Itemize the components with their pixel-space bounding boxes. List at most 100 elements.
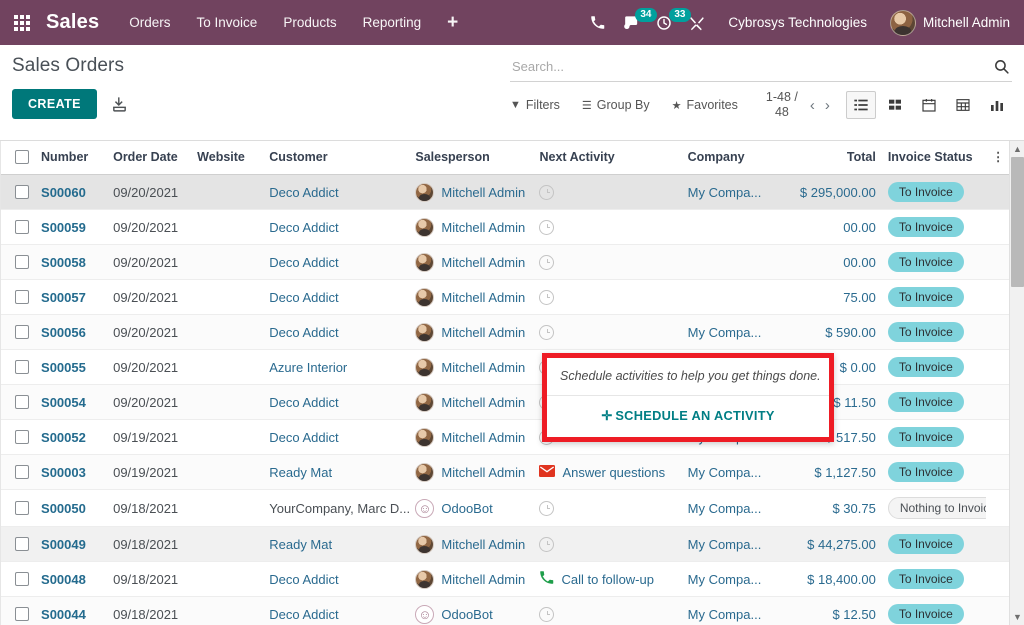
- clock-activity-icon[interactable]: [539, 185, 554, 200]
- table-row[interactable]: S0005409/20/2021Deco AddictMitchell Admi…: [1, 385, 1010, 420]
- cell-number[interactable]: S00055: [35, 350, 107, 385]
- cell-next-activity[interactable]: Call to follow-up: [533, 562, 681, 597]
- row-checkbox[interactable]: [15, 465, 29, 479]
- cell-next-activity[interactable]: [533, 245, 681, 280]
- cell-number[interactable]: S00048: [35, 562, 107, 597]
- row-checkbox[interactable]: [15, 360, 29, 374]
- row-checkbox[interactable]: [15, 572, 29, 586]
- table-row[interactable]: S0006009/20/2021Deco AddictMitchell Admi…: [1, 175, 1010, 210]
- cell-number[interactable]: S00059: [35, 210, 107, 245]
- chevron-right-icon[interactable]: ›: [825, 98, 830, 113]
- favorites-dropdown[interactable]: ★ Favorites: [672, 98, 738, 112]
- row-checkbox[interactable]: [15, 185, 29, 199]
- cell-number[interactable]: S00057: [35, 280, 107, 315]
- cell-salesperson[interactable]: Mitchell Admin: [409, 210, 533, 245]
- row-checkbox[interactable]: [15, 220, 29, 234]
- cell-customer[interactable]: Ready Mat: [263, 455, 409, 490]
- cell-customer[interactable]: Deco Addict: [263, 562, 409, 597]
- search-icon[interactable]: [993, 58, 1010, 75]
- cell-number[interactable]: S00049: [35, 527, 107, 562]
- list-icon[interactable]: [846, 91, 876, 119]
- calendar-icon[interactable]: [914, 91, 944, 119]
- column-salesperson[interactable]: Salesperson: [409, 141, 533, 175]
- table-row[interactable]: S0005609/20/2021Deco AddictMitchell Admi…: [1, 315, 1010, 350]
- cell-salesperson[interactable]: Mitchell Admin: [409, 385, 533, 420]
- scrollbar-thumb[interactable]: [1011, 157, 1024, 287]
- column-invoice-status[interactable]: Invoice Status: [882, 141, 986, 175]
- cell-number[interactable]: S00003: [35, 455, 107, 490]
- app-brand-sales[interactable]: Sales: [46, 11, 99, 34]
- import-download-icon[interactable]: [111, 96, 128, 113]
- clock-activity-icon[interactable]: [539, 501, 554, 516]
- clock-activity-icon[interactable]: [539, 607, 554, 622]
- create-button[interactable]: CREATE: [12, 89, 97, 119]
- phone-icon[interactable]: [590, 15, 605, 30]
- table-row[interactable]: S0004909/18/2021Ready MatMitchell AdminM…: [1, 527, 1010, 562]
- table-row[interactable]: S0005709/20/2021Deco AddictMitchell Admi…: [1, 280, 1010, 315]
- cell-salesperson[interactable]: Mitchell Admin: [409, 455, 533, 490]
- cell-next-activity[interactable]: [533, 527, 681, 562]
- cell-customer[interactable]: Deco Addict: [263, 245, 409, 280]
- cell-customer[interactable]: Deco Addict: [263, 175, 409, 210]
- cell-salesperson[interactable]: Mitchell Admin: [409, 280, 533, 315]
- table-row[interactable]: S0005809/20/2021Deco AddictMitchell Admi…: [1, 245, 1010, 280]
- row-checkbox[interactable]: [15, 607, 29, 621]
- column-customer[interactable]: Customer: [263, 141, 409, 175]
- phone-activity-icon[interactable]: [539, 570, 554, 588]
- cell-number[interactable]: S00060: [35, 175, 107, 210]
- row-checkbox[interactable]: [15, 395, 29, 409]
- column-website[interactable]: Website: [191, 141, 263, 175]
- clock-activity-icon[interactable]: [539, 537, 554, 552]
- messages-icon[interactable]: 34: [622, 15, 639, 31]
- cell-next-activity[interactable]: [533, 210, 681, 245]
- cell-customer[interactable]: Deco Addict: [263, 210, 409, 245]
- cell-next-activity[interactable]: [533, 597, 681, 625]
- cell-number[interactable]: S00054: [35, 385, 107, 420]
- cell-next-activity[interactable]: [533, 280, 681, 315]
- table-row[interactable]: S0004409/18/2021Deco Addict☺OdooBotMy Co…: [1, 597, 1010, 625]
- table-row[interactable]: S0000309/19/2021Ready MatMitchell AdminA…: [1, 455, 1010, 490]
- cell-salesperson[interactable]: Mitchell Admin: [409, 350, 533, 385]
- cell-customer[interactable]: YourCompany, Marc D...: [263, 490, 409, 527]
- cell-salesperson[interactable]: ☺OdooBot: [409, 597, 533, 625]
- chevron-left-icon[interactable]: ‹: [810, 98, 815, 113]
- schedule-activity-button[interactable]: ✛SCHEDULE AN ACTIVITY: [547, 396, 829, 437]
- cell-salesperson[interactable]: Mitchell Admin: [409, 315, 533, 350]
- bar-chart-icon[interactable]: [982, 91, 1012, 119]
- cell-number[interactable]: S00052: [35, 420, 107, 455]
- select-all-checkbox[interactable]: [15, 150, 29, 164]
- clock-activity-icon[interactable]: [539, 220, 554, 235]
- table-row[interactable]: S0005909/20/2021Deco AddictMitchell Admi…: [1, 210, 1010, 245]
- mail-activity-icon[interactable]: [539, 465, 555, 480]
- cell-salesperson[interactable]: Mitchell Admin: [409, 245, 533, 280]
- row-checkbox[interactable]: [15, 501, 29, 515]
- menu-products[interactable]: Products: [283, 15, 336, 30]
- cell-number[interactable]: S00056: [35, 315, 107, 350]
- pager-counter[interactable]: 1-48 / 48: [760, 90, 804, 120]
- cell-next-activity[interactable]: [533, 175, 681, 210]
- cell-next-activity[interactable]: [533, 315, 681, 350]
- scroll-up-arrow-icon[interactable]: ▲: [1010, 141, 1024, 157]
- cell-salesperson[interactable]: Mitchell Admin: [409, 420, 533, 455]
- cell-customer[interactable]: Ready Mat: [263, 527, 409, 562]
- cell-customer[interactable]: Deco Addict: [263, 420, 409, 455]
- cell-customer[interactable]: Deco Addict: [263, 597, 409, 625]
- column-next-activity[interactable]: Next Activity: [533, 141, 681, 175]
- row-checkbox[interactable]: [15, 290, 29, 304]
- row-checkbox[interactable]: [15, 430, 29, 444]
- menu-reporting[interactable]: Reporting: [363, 15, 422, 30]
- company-switcher[interactable]: Cybrosys Technologies: [728, 15, 867, 30]
- cell-salesperson[interactable]: Mitchell Admin: [409, 527, 533, 562]
- cell-customer[interactable]: Deco Addict: [263, 385, 409, 420]
- group-by-dropdown[interactable]: ☰ Group By: [582, 98, 650, 112]
- filters-dropdown[interactable]: ▼ Filters: [510, 98, 560, 112]
- menu-add-icon[interactable]: +: [447, 13, 458, 32]
- cell-number[interactable]: S00044: [35, 597, 107, 625]
- cell-salesperson[interactable]: ☺OdooBot: [409, 490, 533, 527]
- cell-next-activity[interactable]: [533, 490, 681, 527]
- menu-to-invoice[interactable]: To Invoice: [197, 15, 258, 30]
- cell-number[interactable]: S00050: [35, 490, 107, 527]
- scroll-down-arrow-icon[interactable]: ▼: [1010, 609, 1024, 625]
- user-menu[interactable]: Mitchell Admin: [890, 10, 1010, 36]
- cell-customer[interactable]: Deco Addict: [263, 315, 409, 350]
